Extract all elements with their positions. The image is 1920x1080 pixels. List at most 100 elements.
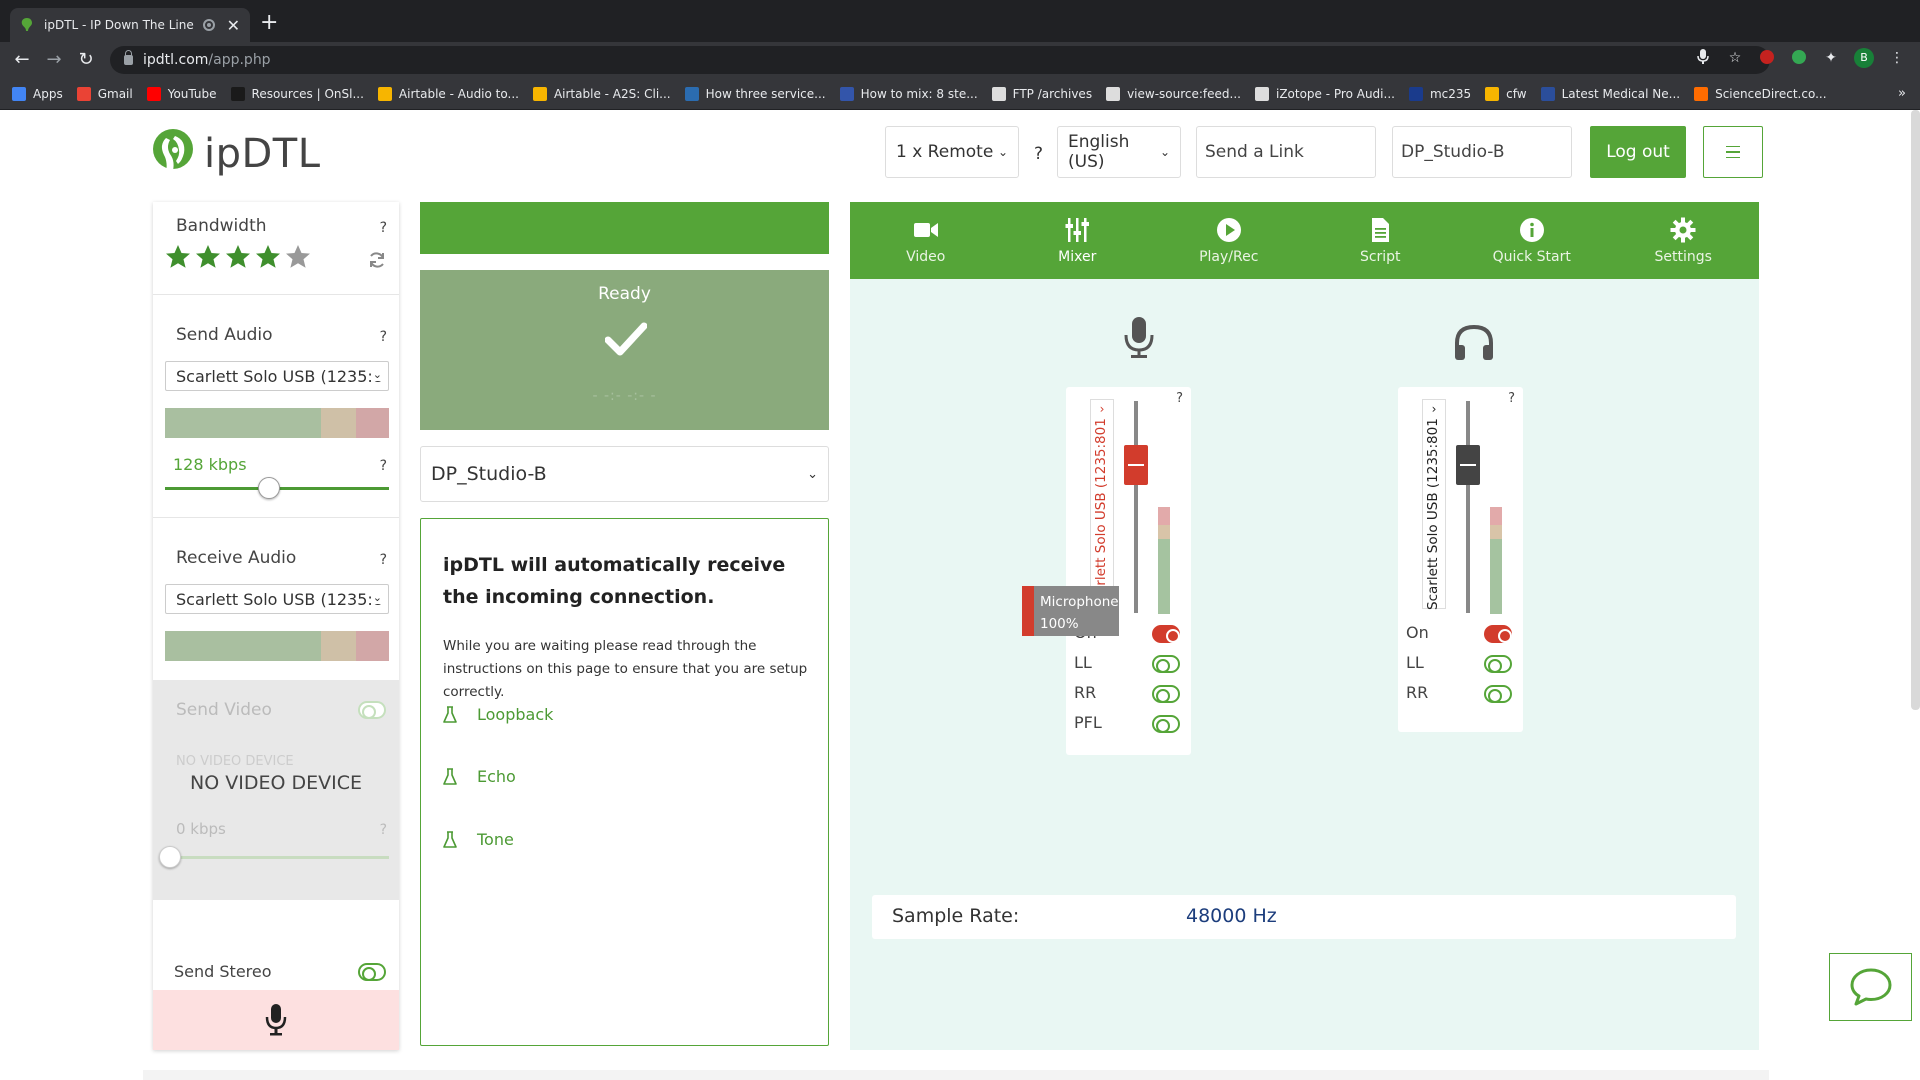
refresh-icon[interactable] [367,250,387,270]
receive-audio-device-select[interactable]: Scarlett Solo USB (1235:8 ⌄ [165,584,389,614]
headphone-fader-track[interactable] [1466,401,1470,613]
bookmark-favicon-icon [1408,86,1423,101]
bookmark-item[interactable]: Apps [12,86,63,101]
remote-station-select[interactable]: DP_Studio-B ⌄ [420,446,829,502]
kbps-help-icon[interactable]: ? [380,458,387,474]
tone-test-link[interactable]: Tone [443,830,514,849]
extensions-puzzle-icon[interactable]: ✦ [1822,49,1840,67]
send-audio-help-icon[interactable]: ? [380,329,387,345]
headphone-fader-handle[interactable] [1456,445,1480,485]
loopback-test-link[interactable]: Loopback [443,705,553,724]
send-link-input[interactable]: Send a Link [1196,126,1376,178]
remote-count-select[interactable]: 1 x Remote ⌄ [885,126,1019,178]
new-tab-icon[interactable]: + [260,12,278,34]
bookmark-item[interactable]: Latest Medical Ne... [1540,86,1680,101]
language-value: English (US) [1068,132,1130,172]
browser-tab-title: ipDTL - IP Down The Line [44,18,194,32]
video-device-select[interactable]: NO VIDEO DEVICE [176,754,294,769]
extension-red-icon[interactable] [1758,49,1776,67]
mic-fader-track[interactable] [1134,401,1138,613]
extension-green-icon[interactable] [1790,49,1808,67]
headphones-icon [1455,324,1493,360]
browser-tab[interactable]: ipDTL - IP Down The Line ✕ [10,8,250,42]
mic-ll-toggle[interactable] [1152,655,1180,673]
bookmark-favicon-icon [76,86,91,101]
receive-audio-help-icon[interactable]: ? [380,552,387,568]
forward-arrow-icon[interactable]: → [42,48,66,72]
mic-toggle-label: LL [1074,653,1092,672]
tab-settings[interactable]: Settings [1608,202,1760,279]
browser-menu-icon[interactable]: ⋮ [1888,49,1906,67]
bandwidth-section: Bandwidth ? [153,202,399,295]
mic-strip-help-icon[interactable]: ? [1176,391,1183,406]
flask-icon [443,830,457,848]
tab-video[interactable]: Video [850,202,1002,279]
headphone-device-label[interactable]: › Scarlett Solo USB (1235:801 [1422,399,1446,610]
bookmark-item[interactable]: view-source:feed... [1106,86,1241,101]
reload-icon[interactable]: ↻ [74,48,98,72]
bandwidth-help-icon[interactable]: ? [380,220,387,236]
bookmark-item[interactable]: mc235 [1408,86,1471,101]
send-video-toggle[interactable] [358,701,386,719]
tab-mixer[interactable]: Mixer [1002,202,1154,279]
mic-pfl-toggle[interactable] [1152,715,1180,733]
headphone-rr-toggle[interactable] [1484,685,1512,703]
chevron-right-icon: › [1431,402,1437,416]
video-kbps-help-icon[interactable]: ? [380,822,387,838]
more-bookmarks-icon[interactable]: » [1898,86,1906,101]
bookmark-item[interactable]: Airtable - Audio to... [377,86,519,101]
ipdtl-logo[interactable]: ipDTL [148,128,321,180]
logout-button[interactable]: Log out [1590,126,1686,178]
mic-rr-toggle[interactable] [1152,685,1180,703]
bookmark-item[interactable]: iZotope - Pro Audi... [1254,86,1395,101]
send-link-placeholder: Send a Link [1205,142,1304,162]
mic-fader-handle[interactable] [1124,445,1148,485]
back-arrow-icon[interactable]: ← [10,48,34,72]
send-video-bitrate-slider[interactable] [165,856,389,859]
bookmark-item[interactable]: How to mix: 8 ste... [839,86,978,101]
bookmark-item[interactable]: YouTube [146,86,217,101]
bookmark-item[interactable]: cfw [1485,86,1527,101]
tab-play-rec[interactable]: Play/Rec [1153,202,1305,279]
mic-on-toggle[interactable] [1152,625,1180,643]
video-bitrate-slider-handle[interactable] [159,846,181,868]
bookmark-item[interactable]: FTP /archives [991,86,1092,101]
send-stereo-toggle[interactable] [358,963,386,981]
bookmark-label: Airtable - Audio to... [398,86,519,101]
remote-count-value: 1 x Remote [896,142,994,162]
bitrate-slider-handle[interactable] [258,477,280,499]
language-select[interactable]: English (US) ⌄ [1057,126,1181,178]
headphone-ll-toggle[interactable] [1484,655,1512,673]
headphone-strip-help-icon[interactable]: ? [1508,391,1515,406]
ipdtl-app: ipDTL 1 x Remote ⌄ ? English (US) ⌄ Send… [0,110,1920,1080]
profile-avatar[interactable]: B [1854,48,1874,68]
bookmark-item[interactable]: Gmail [76,86,133,101]
bookmark-item[interactable]: How three service... [684,86,826,101]
microphone-indicator-icon[interactable] [1694,49,1712,67]
station-name-field[interactable]: DP_Studio-B [1392,126,1572,178]
page-scrollbar[interactable] [1911,110,1920,710]
tab-script[interactable]: Script [1305,202,1457,279]
bookmark-item[interactable]: ScienceDirect.co... [1694,86,1827,101]
echo-test-link[interactable]: Echo [443,767,516,786]
bookmark-item[interactable]: Airtable - A2S: Cli... [532,86,671,101]
help-icon[interactable]: ? [1034,144,1043,164]
mute-microphone-button[interactable] [153,990,399,1050]
bookmark-item[interactable]: Resources | OnSl... [230,86,364,101]
hamburger-menu-icon[interactable] [1703,126,1763,178]
bookmark-star-icon[interactable]: ☆ [1726,49,1744,67]
headphone-device-name: Scarlett Solo USB (1235:801 [1425,418,1441,610]
tab-recording-icon [202,19,215,31]
chevron-down-icon: ⌄ [370,368,382,381]
tab-close-icon[interactable]: ✕ [227,16,240,35]
tab-quick-start[interactable]: Quick Start [1456,202,1608,279]
address-bar[interactable]: ipdtl.com/app.php [110,46,1770,74]
mic-device-label[interactable]: › Scarlett Solo USB (1235:801 [1090,399,1114,610]
send-audio-section: Send Audio ? Scarlett Solo USB (1235:8 ⌄… [153,295,399,518]
info-circle-icon [1519,217,1544,242]
send-audio-device-select[interactable]: Scarlett Solo USB (1235:8 ⌄ [165,361,389,391]
bookmark-label: YouTube [167,86,217,101]
play-circle-icon [1216,217,1241,242]
headphone-on-toggle[interactable] [1484,625,1512,643]
chat-button[interactable] [1829,953,1912,1021]
